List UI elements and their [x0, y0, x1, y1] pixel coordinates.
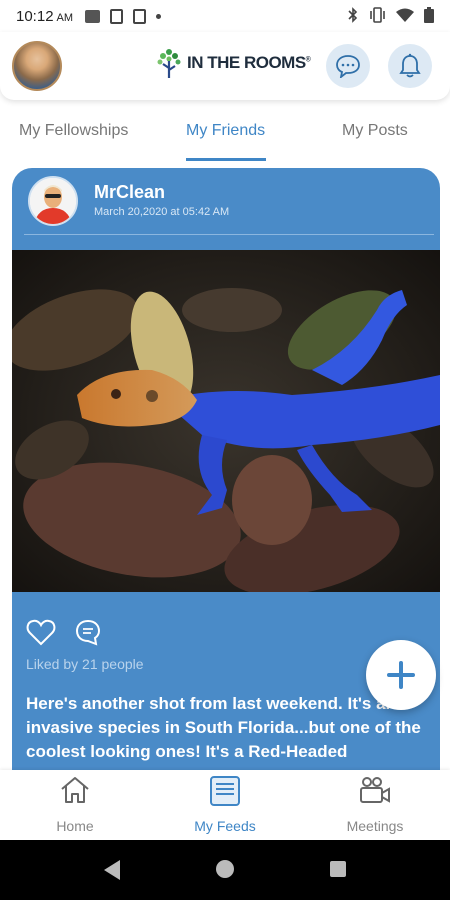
post-photo-image — [12, 250, 440, 592]
wifi-icon — [396, 8, 414, 22]
logo-registered-mark: ® — [305, 56, 311, 64]
nav-home[interactable]: Home — [0, 770, 150, 840]
plus-icon — [387, 661, 415, 689]
post-author-name[interactable]: MrClean — [94, 182, 165, 203]
nav-home-label: Home — [56, 818, 94, 834]
logo-tree-icon — [157, 49, 181, 78]
image-notification-icon — [85, 9, 101, 23]
home-icon — [61, 777, 89, 803]
logo-text-value: IN THE ROOMS — [187, 53, 306, 72]
status-ampm: AM — [56, 11, 74, 24]
likes-count[interactable]: Liked by 21 people — [26, 656, 144, 672]
post-caption: Here's another shot from last weekend. I… — [26, 694, 421, 761]
bluetooth-icon — [348, 7, 358, 23]
nav-my-feeds[interactable]: My Feeds — [150, 770, 300, 840]
more-notifications-icon — [156, 13, 162, 19]
nav-meetings[interactable]: Meetings — [300, 770, 450, 840]
feeds-icon — [210, 776, 240, 806]
logo-text: IN THE ROOMS® — [187, 53, 311, 73]
app-header: IN THE ROOMS® — [0, 32, 450, 100]
status-time-value: 10:12 — [16, 7, 54, 25]
notifications-button[interactable] — [388, 44, 432, 88]
like-heart-icon[interactable] — [26, 618, 56, 646]
tab-my-fellowships[interactable]: My Fellowships — [19, 122, 128, 140]
post-photo[interactable] — [12, 250, 440, 592]
nav-meetings-label: Meetings — [346, 818, 404, 834]
back-icon[interactable] — [104, 860, 120, 880]
create-post-button[interactable] — [366, 640, 436, 710]
home-circle-icon[interactable] — [216, 860, 234, 878]
phone-notification-icon — [110, 8, 124, 24]
status-bar: 10:12 AM — [0, 0, 450, 32]
post-actions — [26, 618, 102, 646]
nav-my-feeds-label: My Feeds — [194, 818, 256, 834]
phone-notification-icon-2 — [133, 8, 147, 24]
tab-my-posts[interactable]: My Posts — [342, 122, 408, 140]
messages-button[interactable] — [326, 44, 370, 88]
bell-icon — [399, 53, 421, 78]
vibrate-icon — [370, 7, 385, 23]
bottom-nav: Home My Feeds Meetings — [0, 770, 450, 840]
card-divider — [24, 234, 434, 235]
tab-my-friends[interactable]: My Friends — [186, 122, 265, 140]
video-meeting-icon — [360, 777, 390, 803]
feed-tabs: My Fellowships My Friends My Posts — [0, 100, 450, 162]
recent-apps-icon[interactable] — [330, 861, 346, 877]
profile-avatar[interactable] — [12, 41, 62, 91]
author-avatar-image — [30, 178, 76, 224]
active-tab-indicator — [186, 158, 266, 161]
status-time: 10:12 AM — [16, 8, 73, 25]
system-nav-bar — [0, 840, 450, 900]
chat-bubble-icon — [336, 55, 360, 78]
post-date: March 20,2020 at 05:42 AM — [94, 206, 230, 218]
comment-icon[interactable] — [74, 618, 102, 646]
author-avatar[interactable] — [28, 176, 78, 226]
battery-icon — [424, 7, 434, 23]
app-logo: IN THE ROOMS® — [155, 46, 311, 80]
